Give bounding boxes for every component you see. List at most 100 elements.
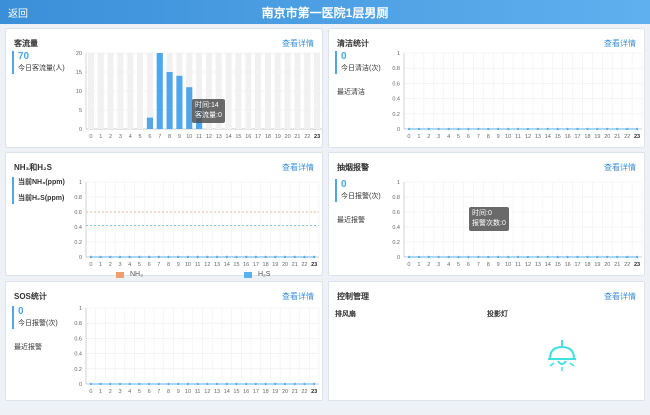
data-point [254,382,258,386]
x-tick-label: 19 [594,134,600,140]
x-tick-label: 3 [437,134,440,140]
fan-label: 排风扇 [335,311,356,318]
y-tick-label: 0.4 [74,225,82,231]
data-point [477,255,480,259]
traffic-tooltip: 时间:14 客流量:0 [192,99,225,123]
x-tick-label: 12 [525,134,531,140]
x-tick-label: 2 [109,262,112,268]
x-tick-label: 14 [224,262,230,268]
x-tick-label: 0 [89,134,92,140]
data-point [303,382,306,386]
data-point [467,255,470,259]
traffic-panel: 客流量 查看详情 70 今日客流量(人) 0 5 10 15 20 0 1 2 3 4 5 6 7 8 9 1… [5,28,323,148]
x-tick-label: 21 [292,389,298,395]
bar [176,75,183,129]
control-details-link[interactable]: 查看详情 [604,291,636,302]
smoke-tooltip-value: 报警次数:0 [472,220,506,227]
legend-nh3-swatch [116,271,124,278]
bar-background [255,53,262,129]
x-tick-label: 0 [407,134,410,140]
data-point [635,255,639,259]
bar-background [117,53,124,129]
y-tick-label: 0.2 [74,240,82,246]
cleaning-panel: 清洁统计 查看详情 0 今日清洁(次) 最近清洁 0 0.2 0.4 0.6 0.8 1 0… [328,28,645,148]
x-tick-label: 5 [138,262,141,268]
projection-lamp-icon[interactable] [547,340,577,372]
x-tick-label: 20 [285,134,291,140]
data-point [264,255,267,259]
x-tick-label: 20 [604,262,610,268]
x-tick-label: 23 [311,389,317,395]
bar-background [235,53,242,129]
x-tick-label: 17 [255,134,261,140]
x-tick-label: 9 [497,134,500,140]
data-point [437,255,440,259]
x-tick-label: 21 [292,262,298,268]
x-tick-label: 1 [99,389,102,395]
data-point [99,255,102,259]
data-point [576,127,579,131]
x-tick-label: 14 [226,134,232,140]
x-tick-label: 2 [109,389,112,395]
x-tick-label: 18 [584,262,590,268]
x-tick-label: 23 [634,262,640,268]
data-point [89,255,93,259]
x-tick-label: 10 [186,134,192,140]
y-tick-label: 0.8 [74,321,82,327]
x-tick-label: 15 [555,262,561,268]
data-point [407,255,411,259]
y-tick-label: 1 [79,180,82,186]
x-tick-label: 7 [477,134,480,140]
x-tick-label: 11 [195,389,201,395]
smoke-tooltip-time: 时间:0 [472,210,492,217]
x-tick-label: 9 [497,262,500,268]
data-point [99,382,102,386]
x-tick-label: 6 [467,134,470,140]
smoke-tooltip: 时间:0 报警次数:0 [469,207,509,231]
data-point [283,255,287,259]
y-tick-label: 15 [76,70,82,76]
x-tick-label: 4 [447,134,450,140]
data-point [225,255,228,259]
data-point [497,255,500,259]
data-point [138,382,141,386]
bar [146,117,153,129]
x-tick-label: 13 [535,262,541,268]
x-tick-label: 14 [224,389,230,395]
bar [156,53,163,129]
data-point [118,382,122,386]
x-tick-label: 18 [584,134,590,140]
data-point [225,382,228,386]
data-point [417,255,421,259]
x-tick-label: 12 [204,262,210,268]
x-tick-label: 14 [545,134,551,140]
data-point [215,255,219,259]
x-tick-label: 1 [417,134,420,140]
x-tick-label: 17 [574,262,580,268]
x-tick-label: 22 [301,262,307,268]
data-point [109,255,112,259]
x-tick-label: 16 [245,134,251,140]
y-tick-label: 10 [76,89,82,95]
bar [166,72,173,129]
x-tick-label: 7 [157,262,160,268]
y-tick-label: 0 [79,255,82,261]
data-point [506,255,510,259]
data-point [477,127,480,131]
data-point [157,255,161,259]
legend-h2s: H₂S [244,271,270,278]
x-tick-label: 2 [427,134,430,140]
y-tick-label: 1 [79,306,82,312]
x-tick-label: 15 [555,134,561,140]
x-tick-label: 7 [477,262,480,268]
y-tick-label: 1 [397,180,400,186]
x-tick-label: 4 [128,262,131,268]
x-tick-label: 5 [138,389,141,395]
data-point [457,127,460,131]
data-point [312,382,316,386]
data-point [157,382,161,386]
x-tick-label: 20 [282,262,288,268]
x-tick-label: 23 [314,134,320,140]
traffic-chart: 051015200 1 2 3 4 5 6 7 8 9 10 11 12 13 14 15 16 17 18 19 20… [76,51,322,140]
data-point [244,382,248,386]
